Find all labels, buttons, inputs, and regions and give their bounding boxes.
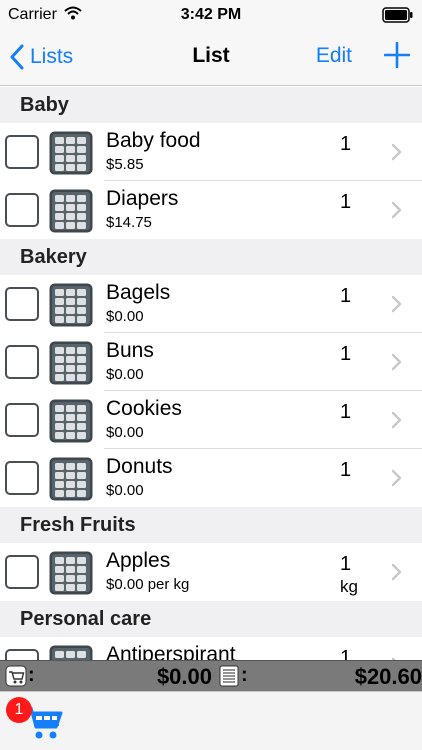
calculator-icon[interactable]	[49, 131, 93, 175]
add-button[interactable]	[383, 41, 411, 73]
chevron-right-icon[interactable]	[391, 353, 402, 376]
chevron-right-icon[interactable]	[391, 143, 402, 166]
item-price: $0.00	[106, 424, 144, 441]
calculator-icon[interactable]	[49, 283, 93, 327]
item-checkbox[interactable]	[5, 461, 39, 495]
item-price: $0.00 per kg	[106, 576, 190, 593]
item-checkbox[interactable]	[5, 193, 39, 227]
cart-badge: 1	[6, 697, 32, 723]
item-quantity: 1	[340, 285, 352, 307]
item-name: Baby food	[106, 129, 201, 152]
list-total-value: $20.60	[354, 664, 422, 689]
item-name: Buns	[106, 339, 154, 362]
item-name: Donuts	[106, 455, 173, 478]
item-checkbox[interactable]	[5, 403, 39, 437]
item-unit: kg	[340, 577, 358, 596]
section-header-baby: Baby	[0, 87, 422, 123]
item-name: Bagels	[106, 281, 171, 304]
chevron-right-icon[interactable]	[391, 295, 402, 318]
totals-bar: : $0.00 : $20.60	[0, 660, 422, 691]
back-label: Lists	[30, 45, 74, 68]
cart-total-colon: :	[28, 664, 35, 686]
item-checkbox[interactable]	[5, 345, 39, 379]
list-total-colon: :	[241, 664, 248, 686]
chevron-right-icon[interactable]	[391, 201, 402, 224]
calculator-icon[interactable]	[49, 341, 93, 385]
calculator-icon[interactable]	[49, 189, 93, 233]
back-button[interactable]: Lists	[10, 42, 73, 72]
list-total-icon	[218, 665, 240, 692]
item-quantity: 1	[340, 553, 352, 575]
item-price: $14.75	[106, 214, 152, 231]
item-name: Antiperspirant	[106, 643, 236, 660]
chevron-right-icon[interactable]	[391, 563, 402, 586]
tab-bar: 1	[0, 691, 422, 750]
item-checkbox[interactable]	[5, 555, 39, 589]
item-name: Apples	[106, 549, 171, 572]
item-price: $0.00	[106, 482, 144, 499]
item-quantity: 1	[340, 401, 352, 423]
list-item[interactable]: Cookies $0.00 1	[0, 391, 422, 449]
battery-icon	[382, 7, 414, 23]
list-item[interactable]: Antiperspirant 1	[0, 637, 422, 660]
list-item[interactable]: Apples $0.00 per kg 1 kg	[0, 543, 422, 601]
list-item[interactable]: Bagels $0.00 1	[0, 275, 422, 333]
calculator-icon[interactable]	[49, 457, 93, 501]
navigation-bar: Lists List Edit	[0, 30, 422, 86]
item-quantity: 1	[340, 343, 352, 365]
list-item[interactable]: Diapers $14.75 1	[0, 181, 422, 239]
section-header-personal-care: Personal care	[0, 601, 422, 637]
item-checkbox[interactable]	[5, 649, 39, 660]
status-time: 3:42 PM	[180, 6, 242, 23]
list-item[interactable]: Donuts $0.00 1	[0, 449, 422, 507]
item-name: Diapers	[106, 187, 179, 210]
section-header-bakery: Bakery	[0, 239, 422, 275]
chevron-right-icon[interactable]	[391, 411, 402, 434]
calculator-icon[interactable]	[49, 399, 93, 443]
item-price: $0.00	[106, 366, 144, 383]
item-quantity: 1	[340, 647, 352, 660]
item-checkbox[interactable]	[5, 287, 39, 321]
plus-icon	[383, 41, 411, 69]
item-checkbox[interactable]	[5, 135, 39, 169]
chevron-left-icon	[10, 44, 24, 70]
item-quantity: 1	[340, 191, 352, 213]
list-item[interactable]: Baby food $5.85 1	[0, 123, 422, 181]
edit-button[interactable]: Edit	[316, 44, 352, 68]
status-bar: Carrier 3:42 PM	[0, 0, 422, 30]
item-quantity: 1	[340, 459, 352, 481]
item-quantity: 1	[340, 133, 352, 155]
calculator-icon[interactable]	[49, 645, 93, 660]
chevron-right-icon[interactable]	[391, 469, 402, 492]
list-item[interactable]: Buns $0.00 1	[0, 333, 422, 391]
calculator-icon[interactable]	[49, 551, 93, 595]
cart-total-icon	[5, 665, 27, 692]
cart-total-value: $0.00	[156, 664, 212, 689]
section-header-fresh-fruits: Fresh Fruits	[0, 507, 422, 543]
shopping-list: Baby Baby food $5.85 1 Diapers $14.75 1 …	[0, 87, 422, 660]
item-price: $5.85	[106, 156, 144, 173]
item-price: $0.00	[106, 308, 144, 325]
item-name: Cookies	[106, 397, 182, 420]
